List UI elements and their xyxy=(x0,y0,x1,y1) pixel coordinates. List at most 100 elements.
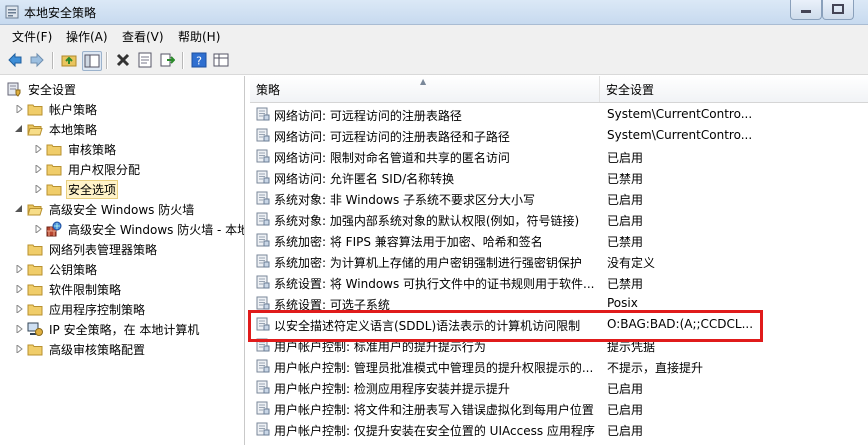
tree-item-security-options[interactable]: 安全选项 xyxy=(33,179,119,199)
policy-name: 系统对象: 加强内部系统对象的默认权限(例如，符号链接) xyxy=(274,214,580,228)
policy-setting: 不提示，直接提升 xyxy=(607,361,704,375)
policy-setting: 已启用 xyxy=(607,424,644,438)
column-header-policy[interactable]: 策略 ▲ xyxy=(250,76,600,102)
policy-list: 策略 ▲ 安全设置 网络访问: 可远程访问的注册表路径 System\Curren… xyxy=(250,76,868,445)
policy-icon xyxy=(256,401,270,415)
svg-text:?: ? xyxy=(196,55,202,68)
menu-view[interactable]: 查看(V) xyxy=(122,28,164,45)
policy-icon xyxy=(256,191,270,205)
policy-setting: 已启用 xyxy=(607,403,644,417)
policy-icon xyxy=(256,275,270,289)
tree-item-public-key-policies[interactable]: 公钥策略 xyxy=(14,259,99,279)
maximize-icon xyxy=(832,4,844,14)
policy-name: 系统加密: 将 FIPS 兼容算法用于加密、哈希和签名 xyxy=(274,235,543,249)
menu-action[interactable]: 操作(A) xyxy=(66,28,108,45)
folder-icon xyxy=(27,101,43,117)
mmc-view-button[interactable] xyxy=(212,51,230,69)
tree-label: 高级审核策略配置 xyxy=(49,342,146,357)
tree-label: 帐户策略 xyxy=(49,102,98,117)
collapse-arrow-icon[interactable] xyxy=(14,124,24,134)
expand-arrow-icon[interactable] xyxy=(14,304,24,314)
policy-icon xyxy=(256,296,270,310)
policy-icon xyxy=(256,212,270,226)
properties-button[interactable] xyxy=(136,51,154,69)
policy-name: 网络访问: 可远程访问的注册表路径 xyxy=(274,109,462,123)
policy-setting: 已启用 xyxy=(607,193,644,207)
up-one-level-button[interactable] xyxy=(60,51,78,69)
policy-row[interactable]: 用户帐户控制: 检测应用程序安装并提示提升 已启用 xyxy=(250,377,868,398)
policy-row[interactable]: 用户帐户控制: 将文件和注册表写入错误虚拟化到每用户位置 已启用 xyxy=(250,398,868,419)
policy-setting: System\CurrentContro... xyxy=(607,107,753,121)
policy-row[interactable]: 网络访问: 限制对命名管道和共享的匿名访问 已启用 xyxy=(250,146,868,167)
security-settings-icon xyxy=(6,81,22,97)
properties-icon xyxy=(138,52,152,68)
tree-item-windows-firewall[interactable]: 高级安全 Windows 防火墙 xyxy=(14,199,196,219)
policy-row[interactable]: 系统设置: 将 Windows 可执行文件中的证书规则用于软件... 已禁用 xyxy=(250,272,868,293)
mmc-grid-icon xyxy=(213,53,229,67)
policy-row[interactable]: 系统加密: 将 FIPS 兼容算法用于加密、哈希和签名 已禁用 xyxy=(250,230,868,251)
expand-arrow-icon[interactable] xyxy=(33,164,43,174)
forward-button[interactable] xyxy=(28,51,46,69)
menu-file[interactable]: 文件(F) xyxy=(12,28,52,45)
tree-label: 软件限制策略 xyxy=(49,282,122,297)
expand-arrow-icon[interactable] xyxy=(14,324,24,334)
policy-row[interactable]: 系统对象: 加强内部系统对象的默认权限(例如，符号链接) 已启用 xyxy=(250,209,868,230)
policy-row[interactable]: 系统对象: 非 Windows 子系统不要求区分大小写 已启用 xyxy=(250,188,868,209)
export-list-button[interactable] xyxy=(158,51,176,69)
tree-item-security-settings[interactable]: 安全设置 xyxy=(6,79,78,99)
show-hide-console-tree-button[interactable] xyxy=(82,51,102,71)
expand-arrow-icon[interactable] xyxy=(14,284,24,294)
policy-setting: 已启用 xyxy=(607,151,644,165)
tree-item-software-restriction[interactable]: 软件限制策略 xyxy=(14,279,123,299)
red-highlight-box xyxy=(248,310,763,342)
expand-arrow-icon[interactable] xyxy=(14,344,24,354)
policy-row[interactable]: 网络访问: 可远程访问的注册表路径和子路径 System\CurrentContr… xyxy=(250,125,868,146)
policy-name: 用户帐户控制: 管理员批准模式中管理员的提升权限提示的... xyxy=(274,361,594,375)
column-header-label: 策略 xyxy=(256,82,281,97)
maximize-button[interactable] xyxy=(822,0,854,20)
policy-row[interactable]: 用户帐户控制: 仅提升安装在安全位置的 UIAccess 应用程序 已启用 xyxy=(250,419,868,440)
tree-item-ip-security[interactable]: IP 安全策略，在 本地计算机 xyxy=(14,319,201,339)
policy-row[interactable]: 系统加密: 为计算机上存储的用户密钥强制进行强密钥保护 没有定义 xyxy=(250,251,868,272)
tree-item-windows-firewall-local[interactable]: 高级安全 Windows 防火墙 - 本地 xyxy=(33,219,244,239)
firewall-icon xyxy=(46,221,62,237)
expand-arrow-icon[interactable] xyxy=(14,264,24,274)
forward-arrow-icon xyxy=(30,52,44,68)
policy-setting: 已禁用 xyxy=(607,172,644,186)
policy-name: 用户帐户控制: 将文件和注册表写入错误虚拟化到每用户位置 xyxy=(274,403,594,417)
policy-row[interactable]: 网络访问: 可远程访问的注册表路径 System\CurrentContro... xyxy=(250,104,868,125)
column-header-setting[interactable]: 安全设置 xyxy=(600,76,868,102)
minimize-button[interactable] xyxy=(790,0,822,20)
tree-item-application-control[interactable]: 应用程序控制策略 xyxy=(14,299,147,319)
tree-item-local-policies[interactable]: 本地策略 xyxy=(14,119,99,139)
expand-arrow-icon[interactable] xyxy=(14,104,24,114)
back-button[interactable] xyxy=(6,51,24,69)
tree-label: 高级安全 Windows 防火墙 xyxy=(49,202,195,217)
policy-row[interactable]: 网络访问: 允许匿名 SID/名称转换 已禁用 xyxy=(250,167,868,188)
policy-icon xyxy=(256,380,270,394)
delete-button[interactable] xyxy=(114,51,132,69)
column-header-label: 安全设置 xyxy=(606,82,655,97)
tree-item-advanced-audit[interactable]: 高级审核策略配置 xyxy=(14,339,147,359)
policy-name: 系统加密: 为计算机上存储的用户密钥强制进行强密钥保护 xyxy=(274,256,582,270)
tree-item-account-policies[interactable]: 帐户策略 xyxy=(14,99,99,119)
policy-row[interactable]: 用户帐户控制: 管理员批准模式中管理员的提升权限提示的... 不提示，直接提升 xyxy=(250,356,868,377)
export-icon xyxy=(160,53,175,67)
expand-arrow-icon[interactable] xyxy=(33,224,43,234)
help-button[interactable]: ? xyxy=(190,51,208,69)
tree-item-audit-policy[interactable]: 审核策略 xyxy=(33,139,118,159)
menu-help[interactable]: 帮助(H) xyxy=(178,28,220,45)
policy-name: 网络访问: 可远程访问的注册表路径和子路径 xyxy=(274,130,510,144)
tree-label: 公钥策略 xyxy=(49,262,98,277)
collapse-arrow-icon[interactable] xyxy=(14,204,24,214)
tree-item-user-rights-assignment[interactable]: 用户权限分配 xyxy=(33,159,142,179)
policy-name: 用户帐户控制: 仅提升安装在安全位置的 UIAccess 应用程序 xyxy=(274,424,595,438)
policy-icon xyxy=(256,170,270,184)
expand-arrow-icon[interactable] xyxy=(33,144,43,154)
expand-arrow-icon[interactable] xyxy=(33,184,43,194)
tree-label: 本地策略 xyxy=(49,122,98,137)
policy-icon xyxy=(256,359,270,373)
delete-x-icon xyxy=(116,53,130,67)
policy-name: 网络访问: 限制对命名管道和共享的匿名访问 xyxy=(274,151,510,165)
tree-item-network-list-manager[interactable]: 网络列表管理器策略 xyxy=(27,239,159,259)
